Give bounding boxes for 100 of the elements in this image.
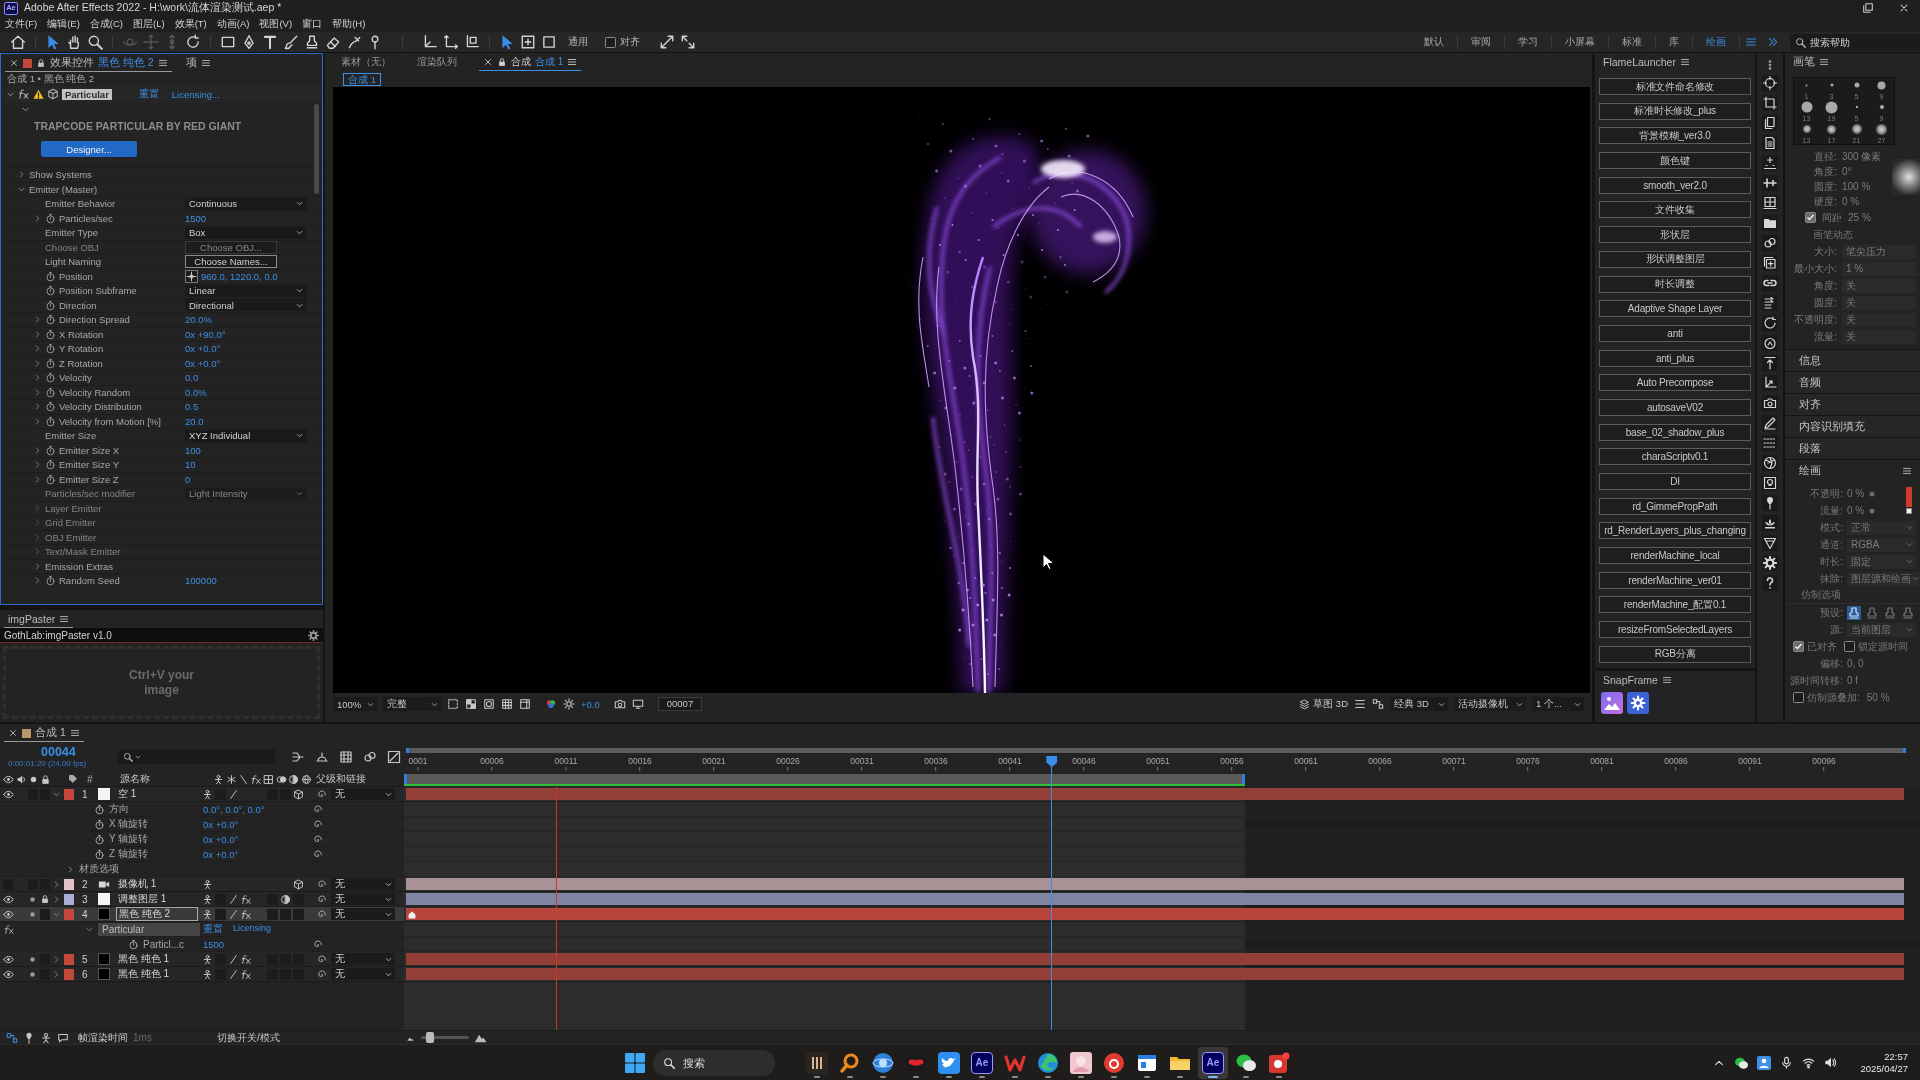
checkbox[interactable] (605, 36, 616, 48)
viewer-tab[interactable]: 素材（无） (337, 53, 395, 71)
checkbox[interactable] (1844, 641, 1855, 652)
eye-icon[interactable] (3, 953, 14, 965)
chat-icon[interactable] (57, 1031, 69, 1044)
dotted-lines-icon[interactable] (1762, 435, 1778, 451)
circle-square-icon[interactable] (483, 698, 495, 710)
taskbar-search-field[interactable]: 搜索 (653, 1049, 775, 1076)
spiral-icon[interactable] (312, 818, 323, 830)
rectangle-icon[interactable] (220, 34, 236, 50)
search-field[interactable] (118, 750, 275, 764)
stopwatch-icon[interactable] (45, 299, 56, 311)
layer-name[interactable]: 黑色 纯色 1 (116, 953, 172, 965)
property-dropdown[interactable]: Linear (185, 284, 307, 297)
grid-box-icon[interactable] (1762, 195, 1778, 211)
property-value[interactable]: 1500 (200, 938, 300, 950)
solo-dot-icon[interactable] (28, 969, 37, 979)
eraser-icon[interactable] (325, 34, 341, 50)
chevron-right-icon[interactable] (52, 954, 61, 964)
label-swatch-icon[interactable] (64, 908, 74, 920)
snap-toggle[interactable]: 对齐 (605, 35, 640, 49)
globe-icon[interactable] (300, 773, 312, 785)
brush-property-value[interactable]: 25 % (1848, 212, 1871, 223)
script-button[interactable]: 标准文件命名修改 (1599, 78, 1751, 95)
tag-icon[interactable] (68, 774, 78, 784)
current-time-field[interactable]: 00007 (657, 697, 703, 711)
speaker-icon[interactable] (16, 773, 27, 785)
flowchart-icon[interactable] (1372, 698, 1384, 710)
chevron-right-icon[interactable] (33, 576, 42, 586)
slider-thumb[interactable] (426, 1032, 435, 1043)
property-value[interactable]: 100000 (185, 575, 217, 587)
film-frames-icon[interactable] (339, 750, 353, 764)
pointer-icon[interactable] (499, 34, 515, 50)
frame-box-icon[interactable] (263, 773, 274, 785)
layer-row[interactable]: 2 摄像机 1 无 (0, 877, 404, 892)
property-dropdown[interactable]: Box (185, 226, 307, 239)
dynamics-dropdown[interactable]: 关 (1842, 329, 1916, 344)
paint-value[interactable]: 50 % (1866, 692, 1890, 703)
slider-dot-icon[interactable] (1868, 489, 1877, 498)
checker-icon[interactable] (465, 698, 477, 710)
align-icon[interactable] (1762, 175, 1778, 191)
roto-brush-icon[interactable] (346, 34, 362, 50)
workspace-tab[interactable]: 默认 (1411, 35, 1458, 49)
figure-icon[interactable] (213, 773, 224, 785)
chevron-right-icon[interactable] (33, 213, 42, 223)
figure-icon[interactable] (201, 953, 213, 965)
script-button[interactable]: anti (1599, 324, 1751, 342)
close-icon[interactable] (483, 57, 493, 67)
asterisk-icon[interactable] (225, 773, 237, 785)
property-value[interactable]: 0x +0.0° (185, 357, 221, 369)
solo-dot-icon[interactable] (28, 954, 37, 964)
property-value[interactable]: 960.0, 1220.0, 0.0 (201, 270, 278, 282)
camera-icon[interactable] (613, 698, 626, 710)
slash-icon[interactable] (227, 788, 239, 800)
dynamics-dropdown[interactable]: 1 % (1842, 261, 1916, 276)
pencil-icon[interactable] (1762, 415, 1778, 431)
chevron-right-icon[interactable] (66, 864, 75, 874)
cube-icon[interactable] (292, 788, 304, 800)
lotus-icon[interactable] (1762, 515, 1778, 531)
flowchart-icon[interactable] (6, 1031, 18, 1044)
cube-icon[interactable] (292, 878, 304, 890)
brush-icon[interactable] (283, 34, 299, 50)
stopwatch-icon[interactable] (45, 459, 56, 471)
stopwatch-icon[interactable] (45, 343, 56, 355)
viewer-tab[interactable]: 渲染队列 (413, 53, 461, 71)
property-value[interactable]: 10 (185, 459, 196, 471)
brush-property-value[interactable]: 100 % (1842, 181, 1871, 192)
label-swatch-icon[interactable] (64, 953, 74, 965)
circle-arrow-icon[interactable] (1762, 335, 1778, 351)
lock-icon[interactable] (497, 57, 507, 67)
eye-icon[interactable] (3, 908, 14, 920)
comp-breadcrumb[interactable]: 合成 1 (343, 72, 381, 86)
dynamics-dropdown[interactable]: 笔尖压力 (1842, 244, 1916, 259)
fx-icon[interactable] (240, 893, 252, 905)
chevron-right-icon[interactable] (33, 344, 42, 354)
label-swatch-icon[interactable] (64, 878, 74, 890)
fx-icon[interactable] (240, 968, 252, 980)
layer-name[interactable]: 调整图层 1 (116, 893, 169, 905)
home-icon[interactable] (10, 34, 26, 50)
documents-icon[interactable] (1762, 115, 1778, 131)
stopwatch-icon[interactable] (45, 575, 56, 587)
parent-dropdown[interactable]: 无 (331, 953, 395, 965)
fx-icon[interactable] (240, 908, 252, 920)
chevron-right-icon[interactable] (33, 460, 42, 470)
diagonal-arrows-icon[interactable] (659, 34, 675, 50)
paint-dropdown[interactable]: 图层源和绘画 (1847, 571, 1920, 586)
dome-icon[interactable] (315, 750, 329, 764)
stopwatch-icon[interactable] (45, 473, 56, 485)
script-button[interactable]: 形状层 (1599, 226, 1751, 244)
property-value[interactable]: 20.0 (185, 415, 204, 427)
paint-value[interactable]: 0 f (1847, 675, 1859, 686)
property-value[interactable]: 0.0% (185, 386, 207, 398)
effect-name[interactable]: Particular (98, 922, 200, 936)
script-button[interactable]: renderMachine_ver01 (1599, 571, 1751, 589)
chevron-right-icon[interactable] (33, 402, 42, 412)
parent-dropdown[interactable]: 无 (331, 908, 395, 920)
eye-icon[interactable] (3, 773, 14, 785)
monitor-icon[interactable] (631, 698, 644, 710)
spiral-icon[interactable] (316, 953, 327, 965)
spiral-icon[interactable] (316, 968, 327, 980)
